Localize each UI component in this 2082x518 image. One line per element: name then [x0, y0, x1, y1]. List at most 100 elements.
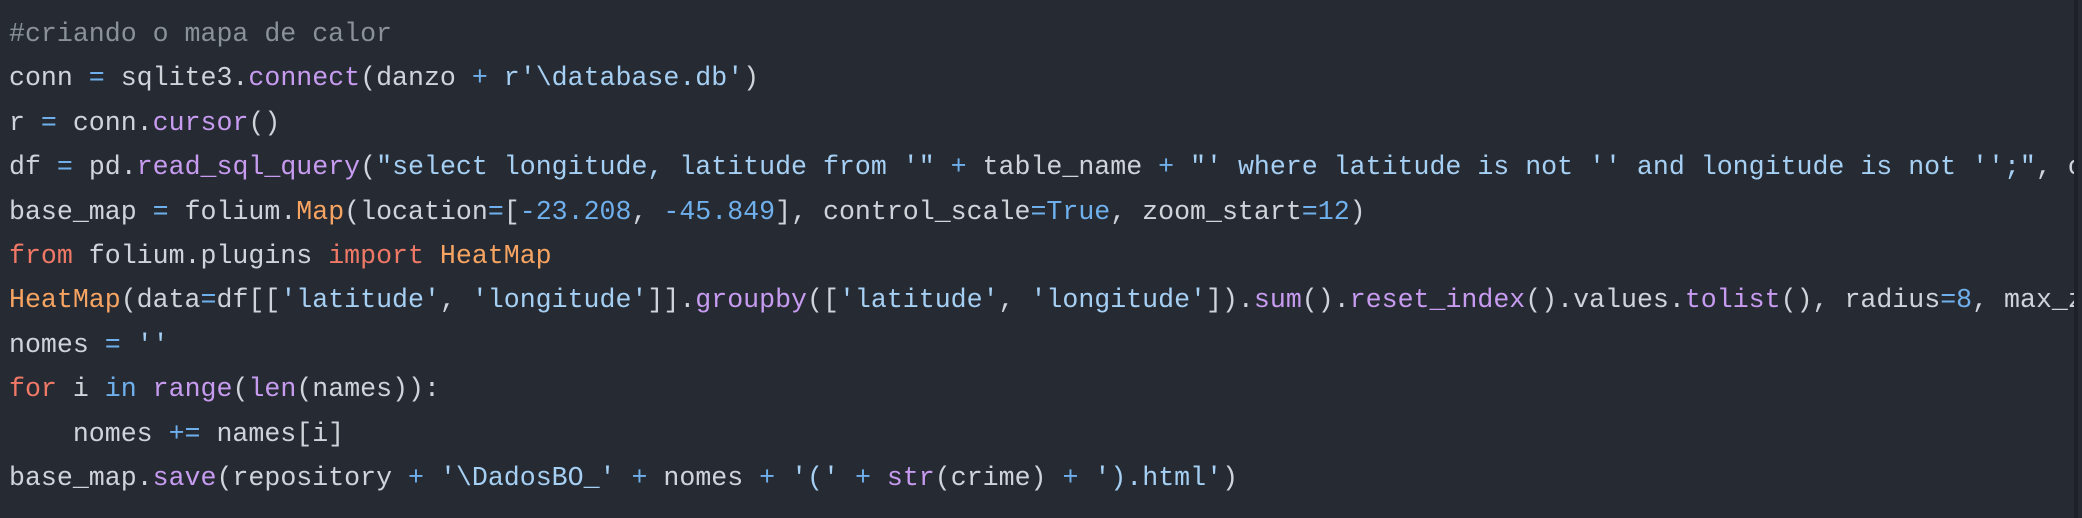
code-token-plain: r	[9, 107, 41, 138]
code-block[interactable]: #criando o mapa de calor conn = sqlite3.c…	[9, 12, 2078, 500]
code-token-plain: table_name	[966, 152, 1159, 183]
code-token-operator: =	[200, 285, 217, 316]
code-token-plain: (location	[344, 196, 488, 227]
code-token-number: 8	[1956, 285, 1973, 316]
code-token-class-name: Map	[296, 196, 345, 227]
code-token-plain: ()	[248, 107, 281, 138]
code-line: from folium.plugins import HeatMap	[9, 234, 2078, 278]
code-token-plain: pd.	[72, 152, 137, 183]
code-line: for i in range(len(names)):	[9, 367, 2078, 411]
code-token-plain: nomes	[9, 329, 105, 360]
code-token-function: tolist	[1684, 285, 1781, 316]
code-token-function: connect	[248, 63, 361, 94]
code-token-plain: folium.plugins	[72, 240, 329, 271]
code-line: r = conn.cursor()	[9, 101, 2078, 145]
code-line: df = pd.read_sql_query("select longitude…	[9, 145, 2078, 189]
code-token-plain: df	[9, 152, 57, 183]
code-token-keyword: import	[328, 240, 424, 271]
code-token-string: '('	[791, 462, 839, 493]
code-token-operator: =	[88, 63, 105, 94]
code-token-operator: =	[487, 196, 504, 227]
code-token-number: 12	[1317, 196, 1350, 227]
code-token-plain: ().values.	[1525, 285, 1685, 316]
code-token-plain: ]).	[1206, 285, 1254, 316]
code-token-string: "' where latitude is not '' and longitud…	[1190, 152, 2036, 183]
code-token-plain: (	[232, 374, 249, 405]
code-token-operator: =	[56, 152, 73, 183]
code-token-function: range	[152, 374, 233, 405]
code-token-function: sum	[1253, 285, 1302, 316]
code-line: conn = sqlite3.connect(danzo + r'\databa…	[9, 56, 2078, 100]
code-token-operator: =	[104, 329, 121, 360]
code-token-plain: , zoom_start	[1110, 196, 1302, 227]
code-token-function: reset_index	[1349, 285, 1526, 316]
code-token-operator: +	[1062, 462, 1079, 493]
code-token-plain: ]].	[647, 285, 696, 316]
code-token-plain: nomes	[9, 418, 169, 449]
code-token-plain: conn.	[56, 107, 153, 138]
code-token-keyword: for	[9, 374, 57, 405]
code-token-plain: )	[1349, 196, 1366, 227]
code-token-plain: (danzo	[360, 63, 472, 94]
code-token-operator: +	[1158, 152, 1175, 183]
code-token-plain: (repository	[216, 462, 408, 493]
code-token-string: 'longitude'	[1030, 285, 1207, 316]
code-token-function: len	[248, 374, 297, 405]
code-line: HeatMap(data=df[['latitude', 'longitude'…	[9, 278, 2078, 322]
code-token-function: groupby	[695, 285, 808, 316]
code-token-function: save	[152, 462, 217, 493]
code-token-plain: (), radius	[1780, 285, 1941, 316]
code-token-function: cursor	[152, 107, 249, 138]
code-token-plain: base_map	[9, 196, 153, 227]
code-token-number: -23.208	[519, 196, 632, 227]
code-token-operator: +=	[168, 418, 201, 449]
code-token-operator: +	[759, 462, 776, 493]
code-token-plain: [	[503, 196, 520, 227]
code-token-operator: in	[104, 374, 137, 405]
code-token-operator: =	[1940, 285, 1957, 316]
code-line: base_map = folium.Map(location=[-23.208,…	[9, 190, 2078, 234]
code-token-operator: +	[471, 63, 488, 94]
code-token-operator: +	[631, 462, 648, 493]
code-token-class-name: HeatMap	[439, 240, 552, 271]
scroll-edge	[2074, 0, 2078, 518]
code-token-plain: conn	[9, 63, 89, 94]
code-token-number: -45.849	[663, 196, 776, 227]
code-token-plain: (	[360, 152, 377, 183]
code-token-plain: (crime)	[934, 462, 1063, 493]
code-token-operator: =	[1030, 196, 1047, 227]
code-token-string: "select longitude, latitude from '"	[376, 152, 935, 183]
code-token-plain: ,	[439, 285, 472, 316]
code-token-string: '\DadosBO_'	[439, 462, 616, 493]
code-token-plain: df[[	[216, 285, 281, 316]
code-token-function: read_sql_query	[136, 152, 361, 183]
code-token-operator: =	[152, 196, 169, 227]
code-token-plain: ,	[998, 285, 1031, 316]
code-editor[interactable]: #criando o mapa de calor conn = sqlite3.c…	[0, 0, 2078, 518]
code-token-plain: ], control_scale	[775, 196, 1031, 227]
code-token-operator: =	[1301, 196, 1318, 227]
code-token-plain: (data	[120, 285, 201, 316]
code-token-plain: nomes	[647, 462, 760, 493]
code-token-plain: folium.	[168, 196, 297, 227]
code-token-plain: (names)):	[296, 374, 440, 405]
code-token-number: True	[1046, 196, 1111, 227]
code-token-plain: sqlite3.	[104, 63, 249, 94]
code-token-string: r'\database.db'	[503, 63, 744, 94]
code-token-string: 'latitude'	[280, 285, 440, 316]
code-token-operator: +	[950, 152, 967, 183]
code-token-plain: i	[56, 374, 105, 405]
code-token-string: 'longitude'	[471, 285, 648, 316]
code-token-operator: =	[40, 107, 57, 138]
code-token-keyword: from	[9, 240, 73, 271]
code-token-string: ').html'	[1094, 462, 1223, 493]
